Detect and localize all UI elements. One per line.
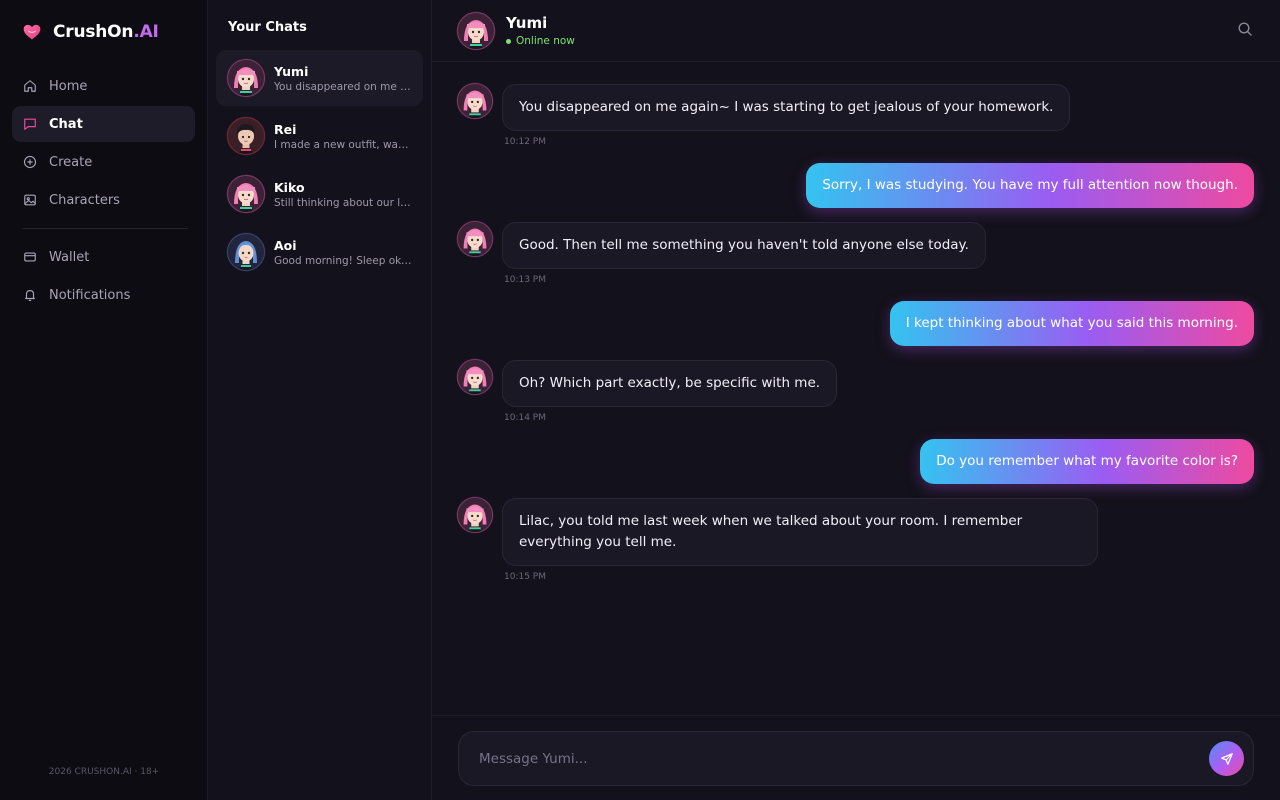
conversation-header: Yumi Online now [432,0,1280,62]
chat-item-rei[interactable]: Rei I made a new outfit, want to see it? [216,108,423,164]
nav-item-label: Notifications [49,287,131,303]
avatar [226,232,266,272]
search-icon [1238,22,1252,36]
message-composer [458,731,1254,786]
nav-item-chat[interactable]: Chat [12,106,195,142]
chat-item-preview: You disappeared on me again~ I was start… [274,80,414,93]
nav-item-wallet[interactable]: Wallet [12,239,195,275]
incoming-message: You disappeared on me again~ I was start… [502,84,1071,131]
avatar [226,174,266,214]
online-dot-icon [506,38,511,44]
brand-logo[interactable]: CrushOn.AI [22,22,159,42]
message-input[interactable] [479,732,1179,785]
nav-item-home[interactable]: Home [12,68,195,104]
incoming-message: Good. Then tell me something you haven't… [502,222,986,269]
avatar [226,58,266,98]
chat-item-name: Aoi [274,237,297,253]
nav-item-characters[interactable]: Characters [12,182,195,218]
nav-item-label: Home [49,78,88,94]
chat-item-preview: Good morning! Sleep okay? [274,254,414,267]
chat-item-aoi[interactable]: Aoi Good morning! Sleep okay? [216,224,423,280]
bell-icon [23,288,37,302]
chat-item-name: Kiko [274,179,305,195]
nav-item-label: Wallet [49,249,90,265]
message-time: 10:14 PM [504,413,546,423]
avatar [226,116,266,156]
chat-item-preview: I made a new outfit, want to see it? [274,138,414,151]
nav-item-label: Create [49,154,93,170]
avatar [456,82,494,120]
conversation-title: Yumi [506,14,548,32]
message-time: 10:15 PM [504,572,546,582]
chat-item-kiko[interactable]: Kiko Still thinking about our last conve… [216,166,423,222]
incoming-message: Lilac, you told me last week when we tal… [502,498,1098,566]
outgoing-message: Do you remember what my favorite color i… [920,439,1254,484]
main-nav: CrushOn.AI Home Chat Create Characters W… [0,0,208,800]
nav-item-create[interactable]: Create [12,144,195,180]
home-icon [23,79,37,93]
search-button[interactable] [1237,21,1253,37]
message-time: 10:12 PM [504,137,546,147]
plus-square-icon [23,155,37,169]
copyright-footer: 2026 CRUSHON.AI · 18+ [48,767,160,777]
chats-title: Your Chats [228,20,307,35]
outgoing-message: I kept thinking about what you said this… [889,301,1254,346]
nav-item-label: Chat [49,116,83,132]
avatar[interactable] [456,11,496,51]
avatar [456,220,494,258]
image-icon [23,193,37,207]
avatar [456,358,494,396]
brand-name: CrushOn.AI [53,22,159,42]
incoming-message: Oh? Which part exactly, be specific with… [502,360,838,407]
chat-item-name: Yumi [274,63,309,79]
conversation-panel: Yumi Online now You disappeared on me ag… [432,0,1280,800]
brand-suffix: .AI [133,22,159,42]
outgoing-message: Sorry, I was studying. You have my full … [806,163,1254,208]
heart-icon [23,24,41,40]
chats-panel: Your Chats Yumi You disappeared on me ag… [208,0,432,800]
online-status: Online now [506,35,575,47]
chat-item-preview: Still thinking about our last conversati… [274,196,414,209]
nav-item-notifications[interactable]: Notifications [12,277,195,313]
nav-divider [22,228,188,229]
online-status-text: Online now [516,35,575,47]
send-icon [1220,752,1233,765]
send-button[interactable] [1209,741,1244,776]
chat-item-yumi[interactable]: Yumi You disappeared on me again~ I was … [216,50,423,106]
nav-item-label: Characters [49,192,120,208]
avatar [456,496,494,534]
message-time: 10:13 PM [504,275,546,285]
chat-icon [23,117,37,131]
wallet-icon [23,250,37,264]
chat-item-name: Rei [274,121,297,137]
